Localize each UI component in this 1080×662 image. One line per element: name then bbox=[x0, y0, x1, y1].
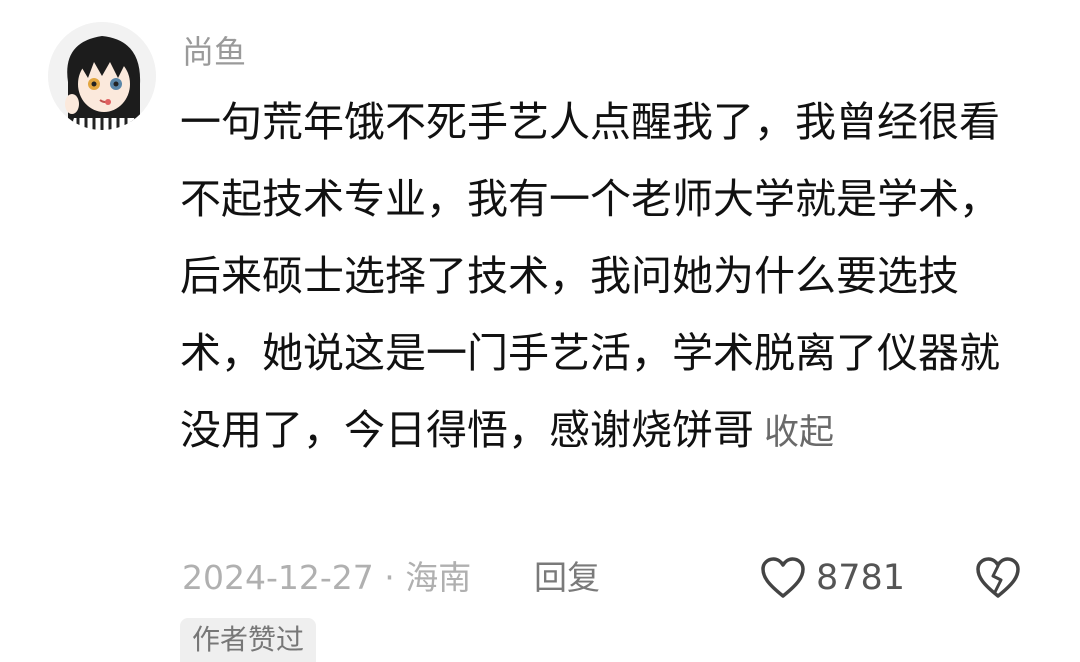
author-liked-badge: 作者赞过 bbox=[180, 618, 317, 662]
comment-body: 一句荒年饿不死手艺人点醒我了，我曾经很看不起技术专业，我有一个老师大学就是学术，… bbox=[180, 84, 1030, 472]
heart-outline-icon bbox=[761, 557, 805, 598]
user-avatar[interactable] bbox=[48, 22, 156, 130]
broken-heart-icon[interactable] bbox=[974, 556, 1022, 600]
comment-text: 一句荒年饿不死手艺人点醒我了，我曾经很看不起技术专业，我有一个老师大学就是学术，… bbox=[180, 98, 1000, 454]
collapse-link[interactable]: 收起 bbox=[764, 413, 834, 453]
reply-button[interactable]: 回复 bbox=[534, 556, 600, 600]
like-count: 8781 bbox=[816, 558, 906, 598]
avatar-image bbox=[48, 22, 156, 130]
comment-meta-row: 2024-12-27 · 海南 回复 8781 bbox=[182, 550, 1042, 606]
username[interactable]: 尚鱼 bbox=[182, 30, 246, 74]
date-location: 2024-12-27 · 海南 bbox=[182, 558, 472, 597]
